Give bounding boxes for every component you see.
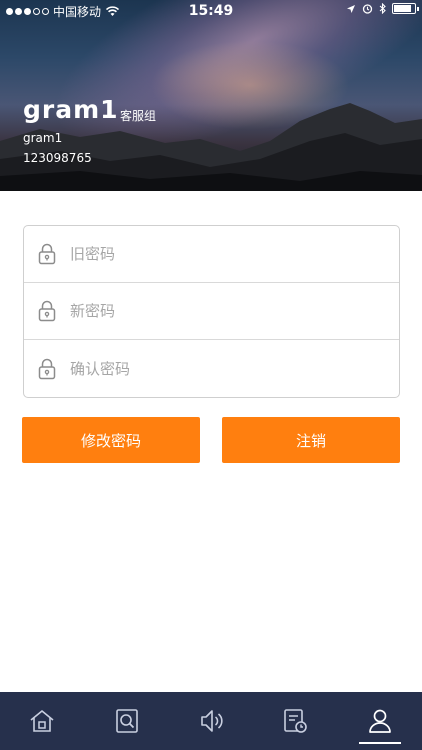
tab-search[interactable]	[84, 692, 168, 750]
lock-icon	[24, 358, 70, 380]
mountain-silhouette	[0, 103, 422, 191]
alarm-clock-icon	[362, 4, 373, 14]
battery-icon	[392, 3, 419, 14]
tab-broadcast[interactable]	[169, 692, 253, 750]
lock-icon	[24, 243, 70, 265]
confirm-password-row	[24, 340, 399, 397]
change-password-button[interactable]: 修改密码	[22, 417, 200, 463]
status-right	[346, 3, 419, 14]
new-password-input[interactable]	[70, 291, 399, 331]
tab-profile[interactable]	[338, 692, 422, 750]
user-phone-label: 123098765	[23, 151, 92, 165]
user-account-label: gram1	[23, 131, 63, 145]
speaker-icon	[201, 710, 223, 732]
new-password-row	[24, 283, 399, 340]
bottom-tab-bar	[0, 692, 422, 750]
lock-icon	[24, 300, 70, 322]
tab-records[interactable]	[253, 692, 337, 750]
old-password-input[interactable]	[70, 234, 399, 274]
username-title: gram1	[23, 95, 119, 124]
battery-level	[394, 5, 411, 12]
history-document-icon	[284, 709, 308, 733]
change-password-form	[23, 225, 400, 398]
bluetooth-icon	[379, 3, 386, 14]
search-document-icon	[115, 709, 138, 733]
confirm-password-input[interactable]	[70, 348, 399, 389]
location-arrow-icon	[347, 4, 355, 13]
old-password-row	[24, 226, 399, 283]
tab-home[interactable]	[0, 692, 84, 750]
user-group-label: 客服组	[120, 109, 157, 123]
logout-button[interactable]: 注销	[222, 417, 400, 463]
home-icon	[30, 710, 54, 732]
user-icon	[368, 709, 391, 733]
status-bar: 中国移动 15:49	[0, 0, 422, 22]
